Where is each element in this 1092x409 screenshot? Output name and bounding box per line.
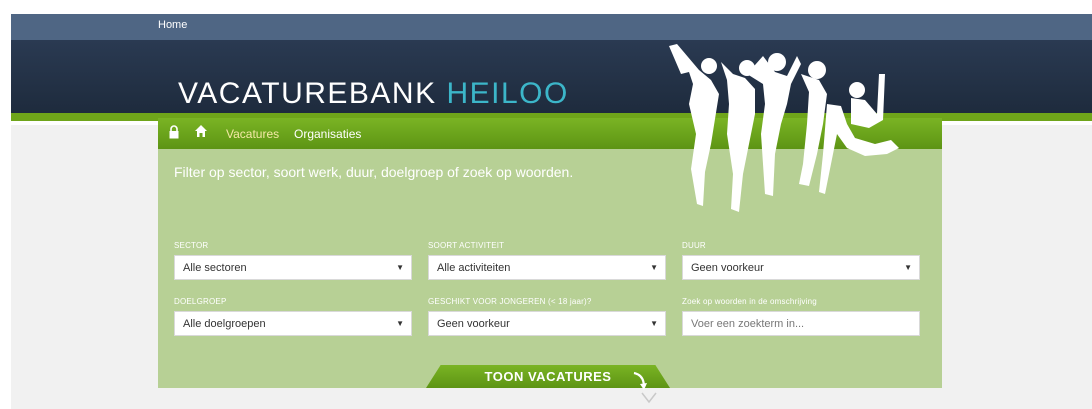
site-logo[interactable]: VACATUREBANK HEILOO xyxy=(178,77,569,111)
sector-select[interactable]: Alle sectoren ▼ xyxy=(174,255,412,280)
top-bar: Home xyxy=(11,14,1092,40)
lock-icon[interactable] xyxy=(169,125,179,139)
duur-select[interactable]: Geen voorkeur ▼ xyxy=(682,255,920,280)
jongeren-select[interactable]: Geen voorkeur ▼ xyxy=(428,311,666,336)
logo-text-part2: HEILOO xyxy=(446,77,569,110)
chevron-down-icon xyxy=(641,392,657,404)
caret-down-icon: ▼ xyxy=(396,263,404,272)
sector-value: Alle sectoren xyxy=(183,262,247,274)
sector-label: SECTOR xyxy=(174,241,209,250)
caret-down-icon: ▼ xyxy=(650,319,658,328)
jongeren-value: Geen voorkeur xyxy=(437,318,510,330)
caret-down-icon: ▼ xyxy=(650,263,658,272)
logo-text-part1: VACATUREBANK xyxy=(178,77,437,110)
intro-text: Filter op sector, soort werk, duur, doel… xyxy=(174,164,574,180)
zoek-label: Zoek op woorden in de omschrijving xyxy=(682,297,817,306)
duur-value: Geen voorkeur xyxy=(691,262,764,274)
jongeren-label: GESCHIKT VOOR JONGEREN (< 18 jaar)? xyxy=(428,297,592,306)
page: Home VACATUREBANK HEILOO Vacatures Organ… xyxy=(11,14,1092,409)
nav-organisaties[interactable]: Organisaties xyxy=(294,127,361,141)
duur-label: DUUR xyxy=(682,241,706,250)
doelgroep-value: Alle doelgroepen xyxy=(183,318,266,330)
home-link[interactable]: Home xyxy=(158,19,187,31)
curved-arrow-icon xyxy=(633,371,647,390)
soort-activiteit-value: Alle activiteiten xyxy=(437,262,511,274)
search-input[interactable]: Voer een zoekterm in... xyxy=(682,311,920,336)
jumping-people-image xyxy=(669,44,899,212)
soort-activiteit-label: SOORT ACTIVITEIT xyxy=(428,241,505,250)
home-icon[interactable] xyxy=(194,124,208,138)
nav-vacatures[interactable]: Vacatures xyxy=(226,127,279,141)
caret-down-icon: ▼ xyxy=(396,319,404,328)
caret-down-icon: ▼ xyxy=(904,263,912,272)
doelgroep-label: DOELGROEP xyxy=(174,297,227,306)
doelgroep-select[interactable]: Alle doelgroepen ▼ xyxy=(174,311,412,336)
toon-vacatures-button[interactable]: TOON VACATURES xyxy=(426,365,670,409)
soort-activiteit-select[interactable]: Alle activiteiten ▼ xyxy=(428,255,666,280)
